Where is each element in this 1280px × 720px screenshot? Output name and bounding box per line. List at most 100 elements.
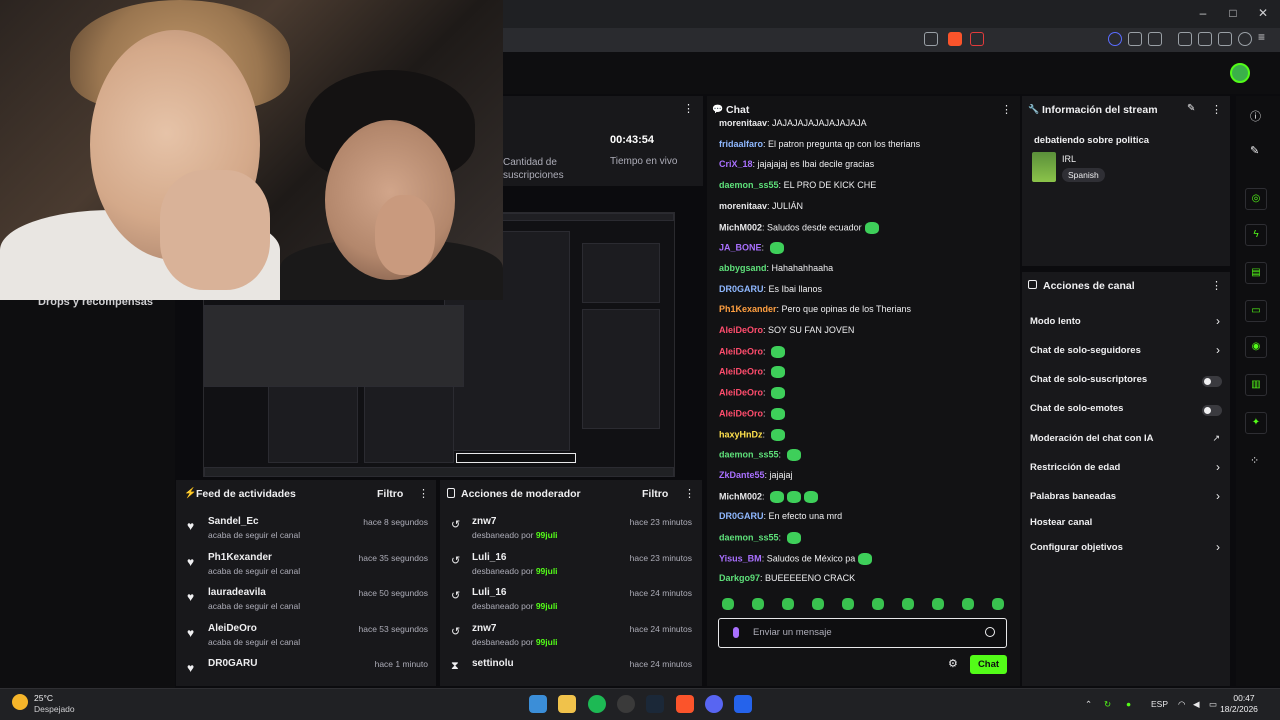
note-icon[interactable]: ▤ [1245,262,1267,284]
chat-message[interactable]: JA_BONE: [719,242,784,255]
moderator-name[interactable]: 99juli [536,637,558,647]
activity-menu-icon[interactable]: ⋮ [418,487,429,500]
chat-message[interactable]: DR0GARU: En efecto una mrd [719,511,842,521]
clock-date[interactable]: 18/2/2026 [1214,704,1264,714]
channel-action-item[interactable]: Modo lento › [1022,314,1230,332]
stats-menu-icon[interactable]: ⋮ [683,102,694,115]
leo-ai-icon[interactable] [1218,32,1232,46]
channel-action-label[interactable]: Modo lento [1030,316,1081,327]
channel-action-label[interactable]: Chat de solo-emotes [1030,403,1123,414]
mod-target-user[interactable]: settinolu [472,658,514,669]
activity-filter-button[interactable]: Filtro [377,488,403,500]
windows-start-icon[interactable] [529,695,547,713]
chat-message[interactable]: Yisus_BM: Saludos de México pa [719,552,873,565]
chat-send-button[interactable]: Chat [970,655,1007,674]
feed-username[interactable]: Ph1Kexander [208,552,272,563]
chat-emote[interactable] [770,428,785,441]
quick-emote[interactable] [752,598,764,610]
chat-emote[interactable] [787,490,802,503]
file-explorer-icon[interactable] [558,695,576,713]
chat-message[interactable]: DR0GARU: Es Ibai llanos [719,284,822,294]
quick-emote[interactable] [782,598,794,610]
weather-icon[interactable] [12,694,28,710]
brave-icon[interactable] [676,695,694,713]
chevron-right-icon[interactable]: › [1216,540,1220,554]
chat-username[interactable]: daemon_ss55 [719,532,779,542]
chat-username[interactable]: DR0GARU [719,284,764,294]
chat-username[interactable]: fridaalfaro [719,139,763,149]
camera-icon[interactable]: ◎ [1245,188,1267,210]
chat-username[interactable]: daemon_ss55 [719,450,779,460]
tray-mic-icon[interactable]: ● [1126,699,1131,709]
toggle-switch[interactable] [1202,405,1222,416]
chat-message[interactable]: daemon_ss55: [719,532,801,544]
mod-target-user[interactable]: Luli_16 [472,587,506,598]
channel-action-item[interactable]: Restricción de edad › [1022,460,1230,478]
mod-target-user[interactable]: znw7 [472,516,496,527]
chat-message[interactable]: morenitaav: JAJAJAJAJAJAJAJAJA [719,118,867,128]
quick-emote[interactable] [842,598,854,610]
chat-emote[interactable] [858,552,873,565]
info-icon[interactable]: ⓘ [1250,108,1261,124]
close-icon[interactable]: ✕ [1256,6,1270,20]
channel-action-label[interactable]: Chat de solo-suscriptores [1030,374,1147,385]
chat-message[interactable]: CriX_18: jajajajaj es Ibai decile gracia… [719,159,874,169]
mod-filter-button[interactable]: Filtro [642,488,668,500]
chat-message[interactable]: AleiDeOro: SOY SU FAN JOVEN [719,325,854,335]
chat-emote[interactable] [771,407,786,420]
tools-icon[interactable]: ✦ [1245,412,1267,434]
chat-username[interactable]: JA_BONE [719,243,762,253]
chat-username[interactable]: AleiDeOro [719,387,763,397]
chat-message[interactable]: Darkgo97: BUEEEEENO CRACK [719,573,855,583]
menu-icon[interactable]: ≡ [1258,30,1265,44]
chat-username[interactable]: morenitaav [719,118,767,128]
mod-target-user[interactable]: Luli_16 [472,552,506,563]
chat-message[interactable]: MichM002: [719,490,819,503]
quick-emote[interactable] [932,598,944,610]
channel-action-item[interactable]: Chat de solo-suscriptores [1022,374,1230,390]
chat-emote[interactable] [804,490,819,503]
chat-message[interactable]: AleiDeOro: [719,366,786,379]
chevron-right-icon[interactable]: › [1216,460,1220,474]
feed-username[interactable]: DR0GARU [208,658,257,669]
external-link-icon[interactable]: ↗ [1212,433,1220,444]
channel-action-label[interactable]: Palabras baneadas [1030,491,1116,502]
chat-message[interactable]: fridaalfaro: El patron pregunta qp con l… [719,139,920,149]
wifi-icon[interactable]: ◠ [1178,699,1185,710]
pencil-icon[interactable]: ✎ [1250,144,1259,157]
feed-username[interactable]: Sandel_Ec [208,516,259,527]
chat-input[interactable]: Enviar un mensaje [718,618,1007,648]
channel-action-item[interactable]: Moderación del chat con IA ↗ [1022,433,1230,449]
chat-message[interactable]: AleiDeOro: [719,407,786,420]
feed-username[interactable]: lauradeavila [208,587,266,598]
chat-message[interactable]: MichM002: Saludos desde ecuador [719,221,879,234]
maximize-icon[interactable]: □ [1226,6,1240,20]
channel-action-item[interactable]: Chat de solo-emotes [1022,403,1230,419]
chat-emote[interactable] [864,221,879,234]
mic-icon[interactable] [733,627,739,638]
chat-message[interactable]: AleiDeOro: [719,345,786,358]
layout-icon[interactable]: ▥ [1245,374,1267,396]
channel-action-label[interactable]: Restricción de edad [1030,462,1120,473]
chat-emote[interactable] [786,449,801,462]
chevron-right-icon[interactable]: › [1216,314,1220,328]
weather-temp[interactable]: 25°C [34,693,53,703]
chat-message[interactable]: morenitaav: JULIÁN [719,201,803,211]
discord-icon[interactable] [705,695,723,713]
tray-chevron-icon[interactable]: ⌃ [1085,699,1092,710]
chat-menu-icon[interactable]: ⋮ [1001,103,1012,116]
chat-username[interactable]: AleiDeOro [719,346,763,356]
chat-message[interactable]: abbygsand: Hahahahhaaha [719,263,833,273]
share-icon[interactable] [924,32,938,46]
chat-emote[interactable] [771,345,786,358]
lightning-icon[interactable]: ϟ [1245,224,1267,246]
chat-emote[interactable] [771,366,786,379]
chat-username[interactable]: Ph1Kexander [719,304,777,314]
channel-action-item[interactable]: Hostear canal [1022,517,1230,533]
vpn-icon[interactable] [1108,32,1122,46]
channel-action-item[interactable]: Chat de solo-seguidores › [1022,343,1230,361]
sidebar-icon[interactable] [1178,32,1192,46]
vpn-shield-icon[interactable] [1238,32,1252,46]
chat-username[interactable]: AleiDeOro [719,408,763,418]
quick-emote[interactable] [812,598,824,610]
